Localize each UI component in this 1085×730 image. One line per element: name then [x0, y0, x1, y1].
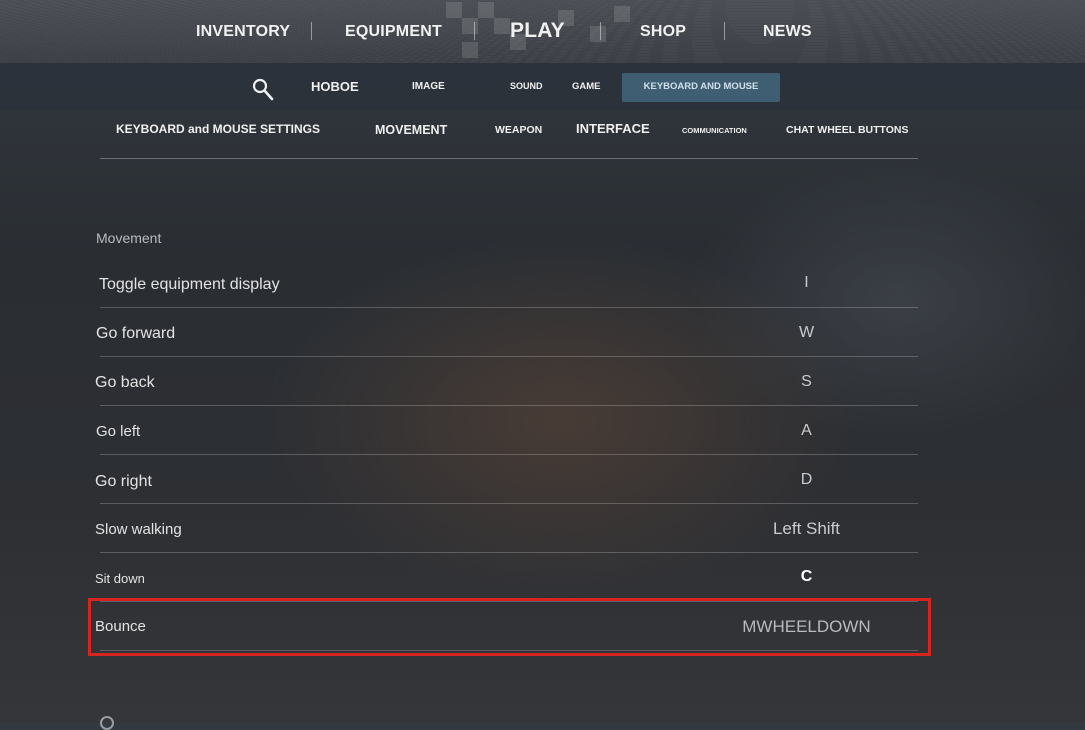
- nav-separator: [474, 22, 475, 40]
- nav-separator: [311, 22, 312, 40]
- keybind-key-value[interactable]: W: [695, 324, 918, 342]
- keybind-row-slow-walking[interactable]: Slow walking Left Shift: [95, 503, 918, 553]
- tab-interface[interactable]: INTERFACE: [576, 121, 650, 136]
- keybind-key-value[interactable]: D: [695, 471, 918, 489]
- nav-separator: [724, 22, 725, 40]
- keybind-key-value[interactable]: I: [695, 274, 918, 292]
- settings-subnav: HOBOE IMAGE SOUND GAME KEYBOARD AND MOUS…: [0, 63, 1085, 109]
- section-title: Movement: [96, 230, 162, 246]
- keybind-action-label: Sit down: [95, 571, 145, 586]
- subnav-game[interactable]: GAME: [572, 81, 601, 92]
- keybind-row-go-left[interactable]: Go left A: [96, 405, 918, 455]
- tab-communication[interactable]: COMMUNICATION: [682, 126, 747, 135]
- keybind-action-label: Go right: [95, 473, 152, 490]
- keybind-row-sit-down[interactable]: Sit down C: [95, 552, 918, 602]
- keybind-row-toggle-equipment[interactable]: Toggle equipment display I: [99, 258, 918, 308]
- nav-separator: [600, 22, 601, 40]
- keybind-key-value[interactable]: Left Shift: [695, 519, 918, 539]
- keybind-key-value[interactable]: C: [695, 568, 918, 586]
- nav-shop[interactable]: SHOP: [640, 23, 686, 41]
- keybind-key-value[interactable]: A: [695, 422, 918, 440]
- subnav-keyboard-and-mouse-label: KEYBOARD AND MOUSE: [643, 81, 759, 92]
- keybind-key-value[interactable]: MWHEELDOWN: [695, 617, 918, 637]
- keybind-action-label: Go back: [95, 374, 155, 391]
- keybind-action-label: Bounce: [95, 618, 146, 635]
- keybind-row-go-right[interactable]: Go right D: [95, 454, 918, 504]
- tab-chat-wheel-buttons[interactable]: CHAT WHEEL BUTTONS: [786, 124, 909, 136]
- keybind-row-go-back[interactable]: Go back S: [95, 356, 918, 406]
- nav-play[interactable]: PLAY: [510, 19, 565, 43]
- subnav-keyboard-and-mouse[interactable]: KEYBOARD AND MOUSE: [622, 73, 780, 102]
- keybind-action-label: Slow walking: [95, 521, 182, 538]
- keybind-action-label: Go forward: [96, 325, 176, 342]
- next-section-icon: [100, 716, 114, 730]
- tab-weapon[interactable]: WEAPON: [495, 124, 542, 136]
- nav-equipment[interactable]: EQUIPMENT: [345, 23, 442, 41]
- subnav-hoboe[interactable]: HOBOE: [311, 79, 359, 94]
- nav-inventory[interactable]: INVENTORY: [196, 23, 290, 41]
- keybind-action-label: Toggle equipment display: [99, 276, 280, 293]
- subnav-sound[interactable]: SOUND: [510, 81, 543, 91]
- tab-keyboard-and-mouse-settings[interactable]: KEYBOARD and MOUSE SETTINGS: [116, 122, 320, 136]
- top-navigation: INVENTORY EQUIPMENT PLAY SHOP NEWS: [0, 0, 1085, 63]
- keybind-key-value[interactable]: S: [695, 373, 918, 391]
- divider: [100, 158, 918, 159]
- search-icon[interactable]: [252, 78, 274, 102]
- keybind-row-go-forward[interactable]: Go forward W: [96, 307, 918, 357]
- nav-news[interactable]: NEWS: [763, 23, 812, 41]
- keybind-action-label: Go left: [96, 423, 141, 440]
- subnav-image[interactable]: IMAGE: [412, 81, 445, 92]
- tab-movement[interactable]: MOVEMENT: [375, 123, 447, 137]
- keybind-row-bounce[interactable]: Bounce MWHEELDOWN: [95, 601, 918, 651]
